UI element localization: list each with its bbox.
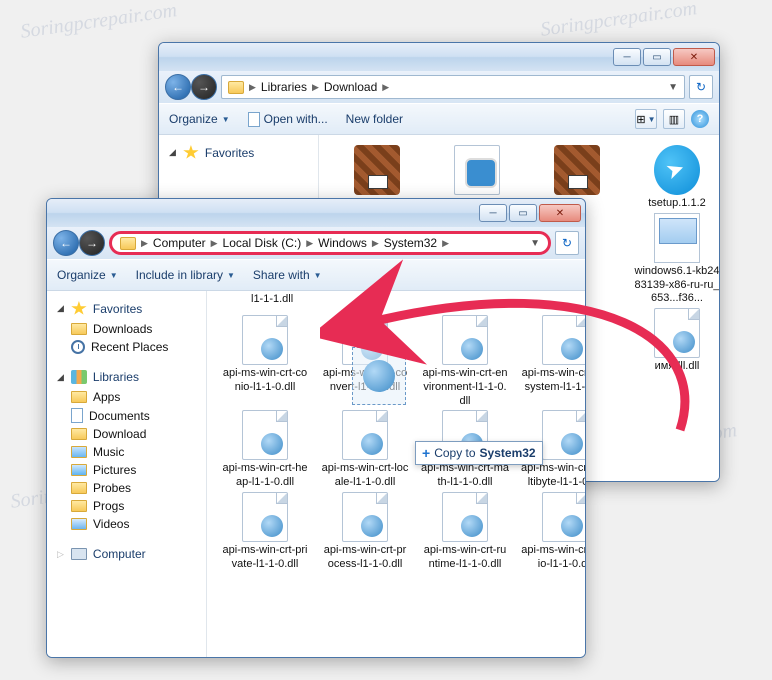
sidebar-item-pictures[interactable]: Pictures	[47, 461, 206, 479]
folder-icon	[228, 81, 244, 94]
plus-icon: +	[422, 445, 430, 461]
forward-button[interactable]: →	[191, 74, 217, 100]
sidebar: ◢Favorites Downloads Recent Places ◢Libr…	[47, 291, 207, 657]
addressbar: ← → ▶ Computer ▶ Local Disk (C:) ▶ Windo…	[47, 227, 585, 259]
dropdown-icon[interactable]: ▼	[530, 238, 540, 249]
partial-file-label: l1-1-1.dll	[207, 291, 585, 305]
sidebar-item-apps[interactable]: Apps	[47, 388, 206, 406]
maximize-button[interactable]: ▭	[509, 204, 537, 222]
file-label: api-ms-win-crt-heap-l1-1-0.dll	[221, 462, 309, 490]
toolbar: Organize▼ Include in library▼ Share with…	[47, 259, 585, 291]
breadcrumb-field[interactable]: ▶ Libraries ▶ Download ▶ ▼	[221, 75, 685, 99]
file-label: api-ms-win-crt-runtime-l1-1-0.dll	[421, 544, 509, 572]
preview-pane-button[interactable]: ▥	[663, 109, 685, 129]
new-folder-button[interactable]: New folder	[346, 112, 403, 126]
close-button[interactable]: ✕	[673, 48, 715, 66]
file-pane[interactable]: l1-1-1.dll api-ms-win-crt-conio-l1-1-0.d…	[207, 291, 585, 657]
folder-icon	[120, 237, 136, 250]
window-system32: ─ ▭ ✕ ← → ▶ Computer ▶ Local Disk (C:) ▶…	[46, 198, 586, 658]
titlebar[interactable]: ─ ▭ ✕	[47, 199, 585, 227]
forward-button[interactable]: →	[79, 230, 105, 256]
close-button[interactable]: ✕	[539, 204, 581, 222]
breadcrumb-item[interactable]: System32	[384, 236, 437, 250]
dll-icon	[242, 410, 288, 460]
dll-icon	[442, 315, 488, 365]
breadcrumb-item[interactable]: Local Disk (C:)	[223, 236, 302, 250]
file-label: api-ms-win-crt-math-l1-1-0.dll	[421, 462, 509, 490]
dll-icon	[342, 492, 388, 542]
file-item[interactable]: api-ms-win-crt-process-l1-1-0.dll	[319, 492, 411, 572]
dll-icon	[342, 410, 388, 460]
addressbar: ← → ▶ Libraries ▶ Download ▶ ▼ ↻	[159, 71, 719, 103]
organize-menu[interactable]: Organize▼	[57, 268, 118, 282]
share-with-menu[interactable]: Share with▼	[253, 268, 322, 282]
breadcrumb-item[interactable]: Windows	[318, 236, 367, 250]
file-item[interactable]: api-ms-win-crt-conio-l1-1-0.dll	[219, 315, 311, 408]
breadcrumb-item[interactable]: Libraries	[261, 80, 307, 94]
file-item[interactable]: api-ms-win-crt-runtime-l1-1-0.dll	[419, 492, 511, 572]
sidebar-item-documents[interactable]: Documents	[47, 406, 206, 425]
organize-menu[interactable]: Organize▼	[169, 112, 230, 126]
include-in-library-menu[interactable]: Include in library▼	[136, 268, 235, 282]
file-label: api-ms-win-crt-conio-l1-1-0.dll	[221, 367, 309, 395]
sidebar-favorites-header[interactable]: ◢Favorites	[47, 297, 206, 320]
file-item[interactable]: api-ms-win-crt-locale-l1-1-0.dll	[319, 410, 411, 490]
sidebar-computer-header[interactable]: ▷Computer	[47, 543, 206, 565]
sidebar-item-downloads[interactable]: Downloads	[47, 320, 206, 338]
file-label: api-ms-win-crt-private-l1-1-0.dll	[221, 544, 309, 572]
sidebar-item-videos[interactable]: Videos	[47, 515, 206, 533]
file-label: api-ms-win-crt-multibyte-l1-1-0.dll	[521, 462, 585, 490]
sidebar-item-music[interactable]: Music	[47, 443, 206, 461]
file-item[interactable]: tsetup.1.1.2	[631, 145, 719, 211]
sidebar-item-progs[interactable]: Progs	[47, 497, 206, 515]
file-item[interactable]: api-ms-win-crt-stdio-l1-1-0.dll	[519, 492, 585, 572]
sidebar-item-recent-places[interactable]: Recent Places	[47, 338, 206, 356]
dropdown-icon[interactable]: ▼	[668, 82, 678, 93]
sidebar-item-download[interactable]: Download	[47, 425, 206, 443]
file-item[interactable]: api-ms-win-crt-heap-l1-1-0.dll	[219, 410, 311, 490]
help-button[interactable]: ?	[691, 110, 709, 128]
copy-tooltip: + Copy to System32	[415, 441, 543, 465]
file-label: api-ms-win-crt-locale-l1-1-0.dll	[321, 462, 409, 490]
sidebar-item-probes[interactable]: Probes	[47, 479, 206, 497]
breadcrumb-item[interactable]: Computer	[153, 236, 206, 250]
back-button[interactable]: ←	[53, 230, 79, 256]
tooltip-target: System32	[480, 446, 536, 460]
refresh-button[interactable]: ↻	[689, 75, 713, 99]
breadcrumb-item[interactable]: Download	[324, 80, 377, 94]
dll-icon	[242, 315, 288, 365]
sidebar-libraries-header[interactable]: ◢Libraries	[47, 366, 206, 388]
breadcrumb-field[interactable]: ▶ Computer ▶ Local Disk (C:) ▶ Windows ▶…	[109, 231, 551, 255]
drag-ghost-icon	[352, 347, 406, 405]
titlebar[interactable]: ─ ▭ ✕	[159, 43, 719, 71]
open-with-menu[interactable]: Open with...	[248, 112, 328, 127]
toolbar: Organize▼ Open with... New folder ⊞▼ ▥ ?	[159, 103, 719, 135]
watermark: Soringpcrepair.com	[19, 0, 178, 44]
file-label: api-ms-win-crt-environment-l1-1-0.dll	[421, 367, 509, 408]
minimize-button[interactable]: ─	[613, 48, 641, 66]
dll-icon	[542, 492, 585, 542]
back-button[interactable]: ←	[165, 74, 191, 100]
dll-icon	[542, 410, 585, 460]
file-item[interactable]: api-ms-win-crt-environment-l1-1-0.dll	[419, 315, 511, 408]
dll-icon	[442, 492, 488, 542]
maximize-button[interactable]: ▭	[643, 48, 671, 66]
watermark: Soringpcrepair.com	[539, 0, 698, 42]
file-item[interactable]: api-ms-win-crt-private-l1-1-0.dll	[219, 492, 311, 572]
dll-icon	[242, 492, 288, 542]
refresh-button[interactable]: ↻	[555, 231, 579, 255]
file-item[interactable]: windows6.1-kb2483139-x86-ru-ru_653...f36…	[631, 213, 719, 306]
file-label: api-ms-win-crt-stdio-l1-1-0.dll	[521, 544, 585, 572]
view-button[interactable]: ⊞▼	[635, 109, 657, 129]
tooltip-prefix: Copy to	[434, 446, 475, 460]
file-label: api-ms-win-crt-process-l1-1-0.dll	[321, 544, 409, 572]
file-item[interactable]: api-ms-win-crt-filesystem-l1-1-0.dll	[519, 315, 585, 408]
file-label: api-ms-win-crt-filesystem-l1-1-0.dll	[521, 367, 585, 395]
dll-icon	[542, 315, 585, 365]
sidebar-favorites-header[interactable]: ◢Favorites	[159, 141, 318, 164]
file-item[interactable]: имяdll.dll	[631, 308, 719, 374]
minimize-button[interactable]: ─	[479, 204, 507, 222]
